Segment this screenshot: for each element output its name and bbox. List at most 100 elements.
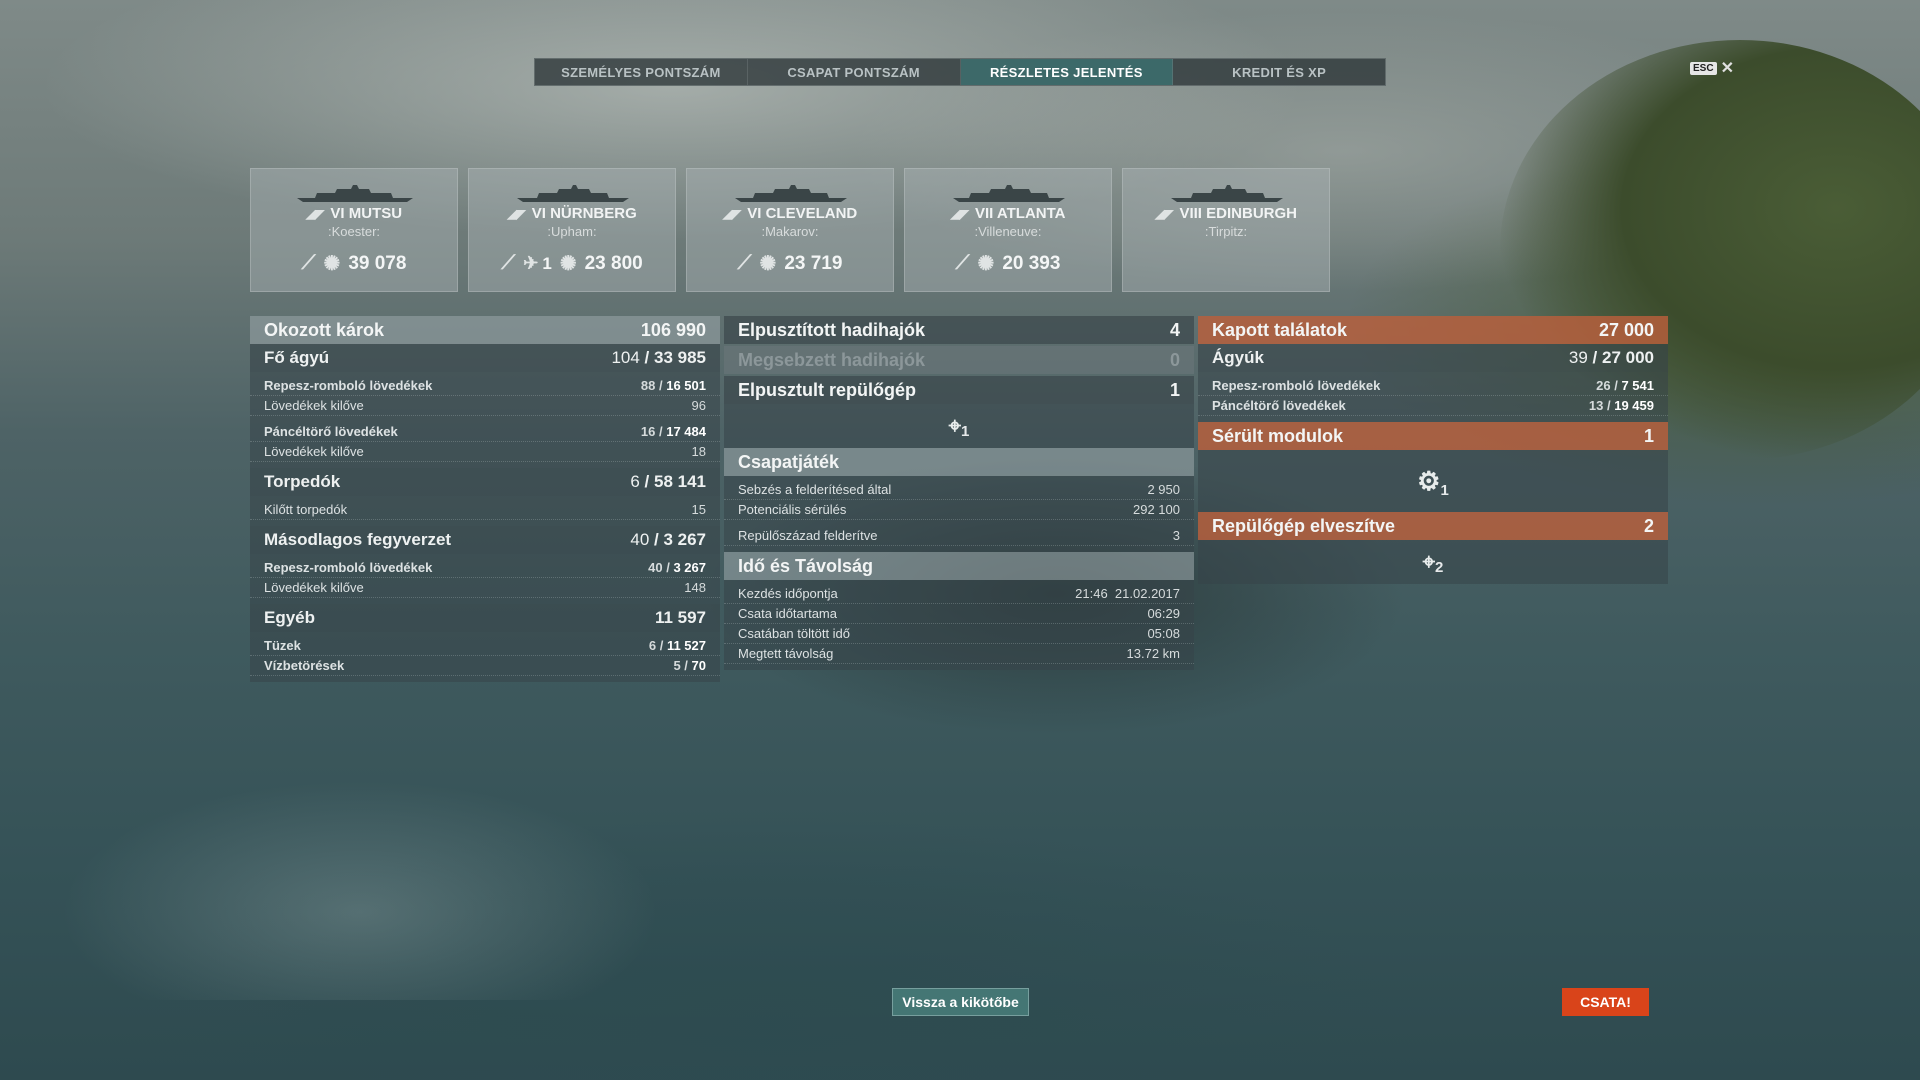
player-name: :Koester:: [327, 224, 381, 239]
row-value: 15: [691, 502, 706, 517]
ship-title: EDINBURGH: [1206, 205, 1297, 222]
planes-destroyed-icons: ⌖ 1: [724, 404, 1194, 448]
spotting-damage-row: Sebzés a felderítésed által 2 950: [724, 480, 1194, 500]
other-value: 11 597: [654, 608, 706, 627]
damaged-modules-value: 1: [1643, 425, 1654, 446]
teamplay-header: Csapatjáték: [724, 448, 1194, 476]
tab-personal-score[interactable]: SZEMÉLYES PONTSZÁM: [535, 59, 748, 85]
secondary-damage: 3 267: [663, 530, 706, 549]
water-foam: [60, 780, 660, 1000]
damaged-ships-header: Megsebzett hadihajók 0: [724, 346, 1194, 374]
hits-received-header: Kapott találatok 27 000: [1198, 316, 1668, 344]
other-label: Egyéb: [264, 608, 316, 627]
report-tabs: SZEMÉLYES PONTSZÁM CSAPAT PONTSZÁM RÉSZL…: [534, 58, 1386, 86]
ship-name: ◢◤ VI MUTSU: [251, 205, 457, 222]
ap-received-row: Páncéltörő lövedékek 13 / 19 459: [1198, 396, 1668, 416]
row-label: Lövedékek kilőve: [264, 580, 364, 595]
hits-received-label: Kapott találatok: [1212, 319, 1348, 340]
main-guns-summary: Fő ágyú 104 / 33 985: [250, 344, 720, 372]
time-distance-details: Kezdés időpontja 21:46 21.02.2017 Csata …: [724, 580, 1194, 670]
damaged-ships-value: 0: [1169, 349, 1180, 370]
row-value: 5 / 70: [673, 658, 706, 673]
ship-tier: VI: [330, 205, 345, 222]
time-alive-row: Csatában töltött idő 05:08: [724, 624, 1194, 644]
torpedo-icon: ⟋: [301, 252, 316, 274]
ship-title: NÜRNBERG: [550, 205, 637, 222]
row-label: Csata időtartama: [738, 606, 837, 621]
back-to-port-button[interactable]: Vissza a kikötőbe: [892, 988, 1029, 1016]
guns-received-damage: 27 000: [1602, 348, 1654, 367]
plane-kills-count: 1: [542, 253, 552, 273]
planes-destroyed-label: Elpusztult repülőgép: [738, 379, 916, 400]
guns-received-value: 39 / 27 000: [1568, 348, 1654, 367]
time-distance-title: Idő és Távolság: [738, 555, 874, 576]
floods-row: Vízbetörések 5 / 70: [250, 656, 720, 676]
ship-tier: VII: [974, 205, 994, 222]
cruiser-silhouette-icon: [953, 185, 1065, 202]
damage-dealt-panel: Okozott károk 106 990 Fő ágyú 104 / 33 9…: [250, 316, 720, 682]
row-value: 6 / 11 527: [648, 638, 706, 653]
row-hits: 26: [1596, 378, 1611, 393]
row-label: Repesz-romboló lövedékek: [1212, 378, 1381, 393]
row-value: 148: [684, 580, 706, 595]
other-summary: Egyéb 11 597: [250, 604, 720, 632]
close-icon: ✕: [1720, 59, 1734, 77]
tab-detailed-report[interactable]: RÉSZLETES JELENTÉS: [960, 59, 1174, 85]
main-guns-label: Fő ágyú: [264, 348, 330, 367]
torpedo-icon: ⟋: [737, 252, 752, 274]
secondary-value: 40 / 3 267: [630, 530, 706, 549]
damage-dealt-total: 106 990: [640, 319, 706, 340]
tab-team-score[interactable]: CSAPAT PONTSZÁM: [748, 59, 961, 85]
tab-credits-xp[interactable]: KREDIT ÉS XP: [1173, 59, 1385, 85]
player-name: :Tirpitz:: [1204, 224, 1248, 239]
torpedoes-value: 6 / 58 141: [630, 472, 706, 491]
row-value: 06:29: [1147, 606, 1180, 621]
esc-key-label: ESC: [1690, 62, 1717, 75]
planes-lost-icons: ⌖ 2: [1198, 540, 1668, 584]
hits-received-value: 27 000: [1598, 319, 1654, 340]
secondary-summary: Másodlagos fegyverzet 40 / 3 267: [250, 526, 720, 554]
battle-button[interactable]: CSATA!: [1562, 988, 1649, 1016]
damage-received-panel: Kapott találatok 27 000 Ágyúk 39 / 27 00…: [1198, 316, 1668, 584]
row-label: Lövedékek kilőve: [264, 398, 364, 413]
torpedoes-summary: Torpedók 6 / 58 141: [250, 468, 720, 496]
row-label: Páncéltörő lövedékek: [1212, 398, 1346, 413]
ship-card-nurnberg[interactable]: ◢◤ VI NÜRNBERG :Upham: ⟋ ✈ 1 ✺ 23 800: [468, 168, 676, 292]
damage-value: 23 800: [584, 252, 643, 274]
secondary-details: Repesz-romboló lövedékek 40 / 3 267 Löve…: [250, 554, 720, 604]
start-time-row: Kezdés időpontja 21:46 21.02.2017: [724, 584, 1194, 604]
planes-destroyed-header: Elpusztult repülőgép 1: [724, 376, 1194, 404]
ship-card-cleveland[interactable]: ◢◤ VI CLEVELAND :Makarov: ⟋ ✺ 23 719: [686, 168, 894, 292]
main-guns-value: 104 / 33 985: [611, 348, 706, 367]
crosshair-icon: ⌖: [1422, 549, 1436, 574]
damage-value: 20 393: [1002, 252, 1061, 274]
ship-stats: ⟋ ✺ 20 393: [905, 251, 1111, 276]
row-damage: 7 541: [1621, 378, 1654, 393]
distance-row: Megtett távolság 13.72 km: [724, 644, 1194, 664]
row-hits: 40: [648, 560, 663, 575]
ship-card-atlanta[interactable]: ◢◤ VII ATLANTA :Villeneuve: ⟋ ✺ 20 393: [904, 168, 1112, 292]
row-value: 13 / 19 459: [1588, 398, 1654, 413]
damage-icon: ✺: [559, 253, 577, 275]
ship-card-edinburgh[interactable]: ◢◤ VIII EDINBURGH :Tirpitz:: [1122, 168, 1330, 292]
ap-shells-row: Páncéltörő lövedékek 16 / 17 484: [250, 422, 720, 442]
guns-received-summary: Ágyúk 39 / 27 000: [1198, 344, 1668, 372]
broken-module-icon: ⚙: [1417, 465, 1441, 496]
row-label: Megtett távolság: [738, 646, 834, 661]
ship-title: ATLANTA: [996, 205, 1066, 222]
esc-close-button[interactable]: ESC ✕: [1690, 59, 1734, 77]
torpedoes-damage: 58 141: [654, 472, 706, 491]
row-value: 18: [691, 444, 706, 459]
planes-lost-count: 2: [1435, 558, 1444, 576]
damage-dealt-title: Okozott károk: [264, 319, 385, 340]
planes-destroyed-value: 1: [1169, 379, 1180, 400]
row-label: Lövedékek kilőve: [264, 444, 364, 459]
damage-icon: ✺: [323, 253, 341, 275]
ship-card-mutsu[interactable]: ◢◤ VI MUTSU :Koester: ⟋ ✺ 39 078: [250, 168, 458, 292]
cruiser-silhouette-icon: [735, 185, 847, 202]
ship-class-icon: ◢◤: [507, 207, 526, 221]
row-label: Kezdés időpontja: [738, 586, 838, 601]
row-hits: 88: [640, 378, 656, 393]
damaged-modules-label: Sérült modulok: [1212, 425, 1344, 446]
row-label: Repesz-romboló lövedékek: [264, 560, 433, 575]
